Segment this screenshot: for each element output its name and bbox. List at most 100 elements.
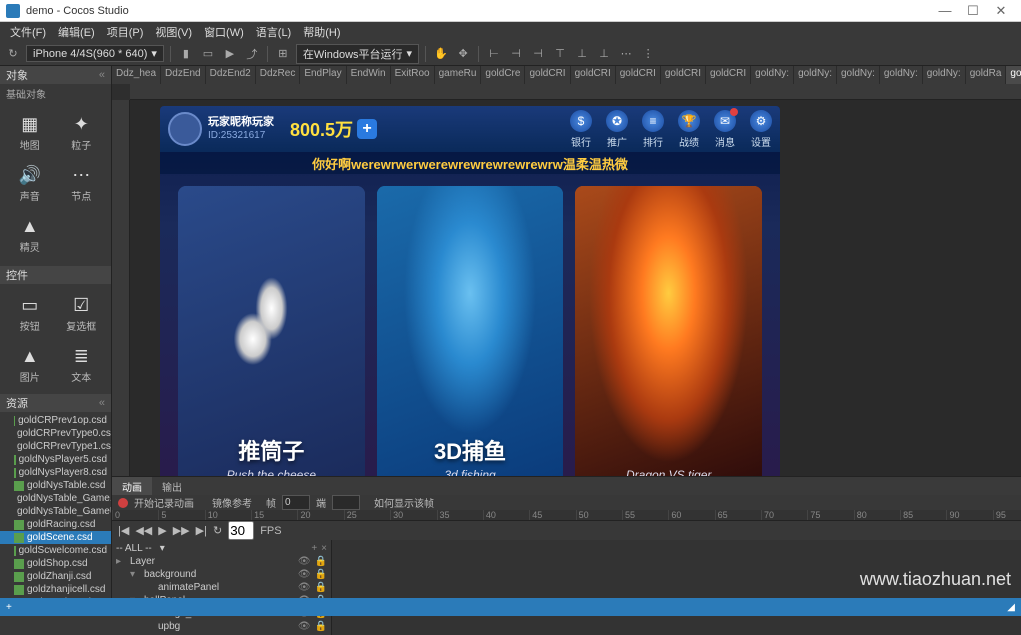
tool-phone-icon[interactable]: ▮: [177, 45, 195, 63]
document-tab[interactable]: goldx: [1006, 66, 1021, 84]
play-icon[interactable]: ▶: [221, 45, 239, 63]
control-item[interactable]: ☑复选框: [56, 288, 108, 339]
object-item[interactable]: 🔊声音: [4, 158, 56, 209]
status-add-icon[interactable]: +: [6, 602, 12, 613]
align-bottom-icon[interactable]: ⊥: [595, 45, 613, 63]
document-tab[interactable]: DdzEnd: [161, 66, 206, 84]
resource-file[interactable]: goldNysPlayer8.csd: [0, 466, 111, 479]
distribute-v-icon[interactable]: ⋮: [639, 45, 657, 63]
object-item[interactable]: ✦粒子: [56, 107, 108, 158]
nav-item-设置[interactable]: ⚙设置: [750, 110, 772, 149]
remove-track-icon[interactable]: ×: [321, 543, 327, 554]
resource-file[interactable]: goldCRPrevType0.csd: [0, 427, 111, 440]
visibility-icon[interactable]: 👁: [298, 621, 311, 632]
document-tab[interactable]: gameRu: [435, 66, 482, 84]
goto-end-icon[interactable]: ▶|: [196, 524, 207, 537]
maximize-button[interactable]: ☐: [959, 3, 987, 19]
goto-start-icon[interactable]: |◀: [118, 524, 129, 537]
animation-tree[interactable]: -- ALL --▾ +× ▸Layer👁🔒▾background👁🔒anima…: [112, 540, 332, 635]
move-tool-icon[interactable]: ✥: [454, 45, 472, 63]
loop-icon[interactable]: ↻: [213, 524, 222, 537]
control-item[interactable]: ▲图片: [4, 339, 56, 390]
next-frame-icon[interactable]: ▶▶: [173, 524, 190, 537]
object-item[interactable]: ▲精灵: [4, 209, 56, 260]
prev-frame-icon[interactable]: ◀◀: [135, 524, 152, 537]
align-middle-icon[interactable]: ⊥: [573, 45, 591, 63]
all-filter[interactable]: -- ALL --: [116, 543, 152, 554]
device-combo[interactable]: iPhone 4/4S(960 * 640)▾: [26, 45, 164, 62]
status-resize-icon[interactable]: ◢: [1007, 602, 1015, 613]
tab-animation[interactable]: 动画: [112, 477, 152, 495]
control-item[interactable]: ▭按钮: [4, 288, 56, 339]
object-item[interactable]: ▦地图: [4, 107, 56, 158]
menu-view[interactable]: 视图(V): [149, 24, 198, 40]
player-avatar[interactable]: [168, 112, 202, 146]
resource-file[interactable]: goldScene.csd: [0, 531, 111, 544]
align-top-icon[interactable]: ⊤: [551, 45, 569, 63]
game-card[interactable]: 3D捕鱼3d fishing: [377, 186, 564, 476]
document-tab[interactable]: goldCRI: [571, 66, 616, 84]
lock-icon[interactable]: 🔒: [315, 621, 327, 632]
visibility-icon[interactable]: 👁: [298, 569, 311, 580]
canvas[interactable]: 玩家昵称玩家 ID:25321617 800.5万 + $银行✪推广≡排行🏆战绩…: [112, 84, 1021, 476]
tab-output[interactable]: 输出: [152, 477, 192, 495]
resource-file[interactable]: goldNysTable_Game.csd: [0, 492, 111, 505]
document-tab[interactable]: goldNy:: [880, 66, 923, 84]
document-tab[interactable]: goldNy:: [837, 66, 880, 84]
resource-file[interactable]: goldCRPrev1op.csd: [0, 414, 111, 427]
document-tabs[interactable]: Ddz_heaDdzEndDdzEnd2DdzRecEndPlayEndWinE…: [112, 66, 1021, 84]
align-center-h-icon[interactable]: ⊣: [507, 45, 525, 63]
lock-icon[interactable]: 🔒: [315, 582, 327, 593]
menu-window[interactable]: 窗口(W): [198, 24, 250, 40]
resources-list[interactable]: goldCRPrev1op.csdgoldCRPrevType0.csdgold…: [0, 412, 111, 616]
document-tab[interactable]: EndPlay: [300, 66, 346, 84]
resource-file[interactable]: goldNysTable.csd: [0, 479, 111, 492]
resource-file[interactable]: goldShop.csd: [0, 557, 111, 570]
collapse-icon[interactable]: «: [99, 397, 105, 409]
collapse-icon[interactable]: «: [99, 69, 105, 81]
add-coin-button[interactable]: +: [357, 119, 377, 139]
nav-item-战绩[interactable]: 🏆战绩: [678, 110, 700, 149]
lock-icon[interactable]: 🔒: [315, 569, 327, 580]
align-left-icon[interactable]: ⊢: [485, 45, 503, 63]
control-item[interactable]: ≣文本: [56, 339, 108, 390]
visibility-icon[interactable]: 👁: [298, 556, 311, 567]
add-track-icon[interactable]: +: [311, 543, 317, 554]
document-tab[interactable]: goldRa: [966, 66, 1007, 84]
rotate-icon[interactable]: ↻: [4, 45, 22, 63]
visibility-icon[interactable]: 👁: [298, 582, 311, 593]
tree-node[interactable]: ▾background👁🔒: [112, 568, 331, 581]
frame-end-input[interactable]: [332, 495, 360, 510]
document-tab[interactable]: goldCRI: [661, 66, 706, 84]
tree-toggle-icon[interactable]: ▸: [116, 556, 126, 567]
frame-current-input[interactable]: [282, 495, 310, 510]
resource-file[interactable]: goldNysPlayer5.csd: [0, 453, 111, 466]
menu-file[interactable]: 文件(F): [4, 24, 52, 40]
document-tab[interactable]: goldCRI: [525, 66, 570, 84]
resource-file[interactable]: goldCRPrevType1.csd: [0, 440, 111, 453]
tree-node[interactable]: upbg👁🔒: [112, 620, 331, 633]
minimize-button[interactable]: —: [931, 3, 959, 18]
game-card[interactable]: 推筒子Push the cheese: [178, 186, 365, 476]
document-tab[interactable]: goldNy:: [923, 66, 966, 84]
tree-node[interactable]: ▸Layer👁🔒: [112, 555, 331, 568]
resource-file[interactable]: goldScwelcome.csd: [0, 544, 111, 557]
document-tab[interactable]: goldNy:: [794, 66, 837, 84]
lock-icon[interactable]: 🔒: [315, 556, 327, 567]
resource-file[interactable]: goldZhanji.csd: [0, 570, 111, 583]
nav-item-消息[interactable]: ✉消息: [714, 110, 736, 149]
menu-language[interactable]: 语言(L): [250, 24, 297, 40]
timeline-tracks[interactable]: [332, 540, 1021, 635]
align-right-icon[interactable]: ⊣: [529, 45, 547, 63]
publish-icon[interactable]: ⤴: [243, 45, 261, 63]
document-tab[interactable]: goldCre: [481, 66, 525, 84]
hand-tool-icon[interactable]: ✋: [432, 45, 450, 63]
document-tab[interactable]: goldCRI: [706, 66, 751, 84]
nav-item-推广[interactable]: ✪推广: [606, 110, 628, 149]
document-tab[interactable]: ExitRoo: [391, 66, 435, 84]
distribute-h-icon[interactable]: ⋯: [617, 45, 635, 63]
resource-file[interactable]: goldRacing.csd: [0, 518, 111, 531]
run-target-combo[interactable]: 在Windows平台运行▾: [296, 44, 419, 64]
fps-input[interactable]: [228, 521, 254, 540]
document-tab[interactable]: DdzEnd2: [206, 66, 256, 84]
